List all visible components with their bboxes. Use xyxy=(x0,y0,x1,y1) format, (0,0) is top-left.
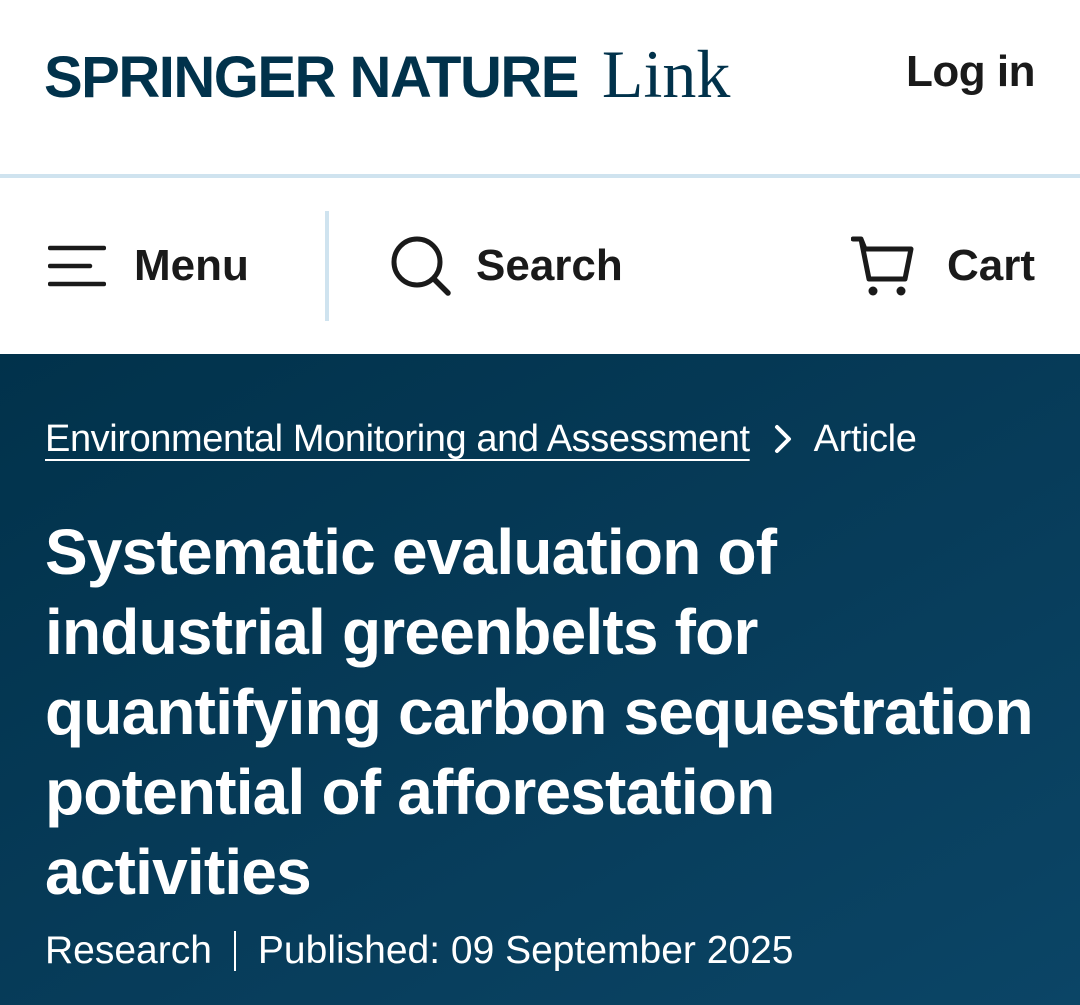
cart-label: Cart xyxy=(946,241,1035,290)
meta-separator xyxy=(233,931,236,971)
springer-nature-link-logo[interactable]: Springer Nature Link xyxy=(44,38,730,110)
brand-primary-text: Springer Nature xyxy=(44,45,579,110)
main-nav: Menu Search Cart xyxy=(0,178,1080,354)
cart-button[interactable]: Cart xyxy=(850,178,1035,354)
article-type: Research xyxy=(45,929,212,972)
breadcrumb-journal-link[interactable]: Environmental Monitoring and Assessment xyxy=(45,416,750,462)
published-date: Published: 09 September 2025 xyxy=(257,929,794,972)
nav-divider xyxy=(325,211,329,321)
cart-icon xyxy=(850,235,915,297)
menu-button[interactable]: Menu xyxy=(48,178,249,354)
login-link[interactable]: Log in xyxy=(906,46,1035,98)
brand-secondary-text: Link xyxy=(601,36,731,112)
breadcrumb: Environmental Monitoring and Assessment … xyxy=(45,416,917,462)
article-title: Systematic evaluation of industrial gree… xyxy=(45,516,1034,908)
search-button[interactable]: Search xyxy=(390,178,623,354)
chevron-right-icon xyxy=(774,424,792,454)
site-header: Springer Nature Link Log in xyxy=(0,0,1080,174)
breadcrumb-current: Article xyxy=(813,418,917,460)
hamburger-icon xyxy=(48,242,106,290)
article-meta: Research Published: 09 September 2025 xyxy=(45,928,793,974)
search-icon xyxy=(390,235,452,297)
menu-label: Menu xyxy=(134,241,249,290)
search-label: Search xyxy=(476,241,623,290)
article-hero: Environmental Monitoring and Assessment … xyxy=(0,354,1080,1005)
